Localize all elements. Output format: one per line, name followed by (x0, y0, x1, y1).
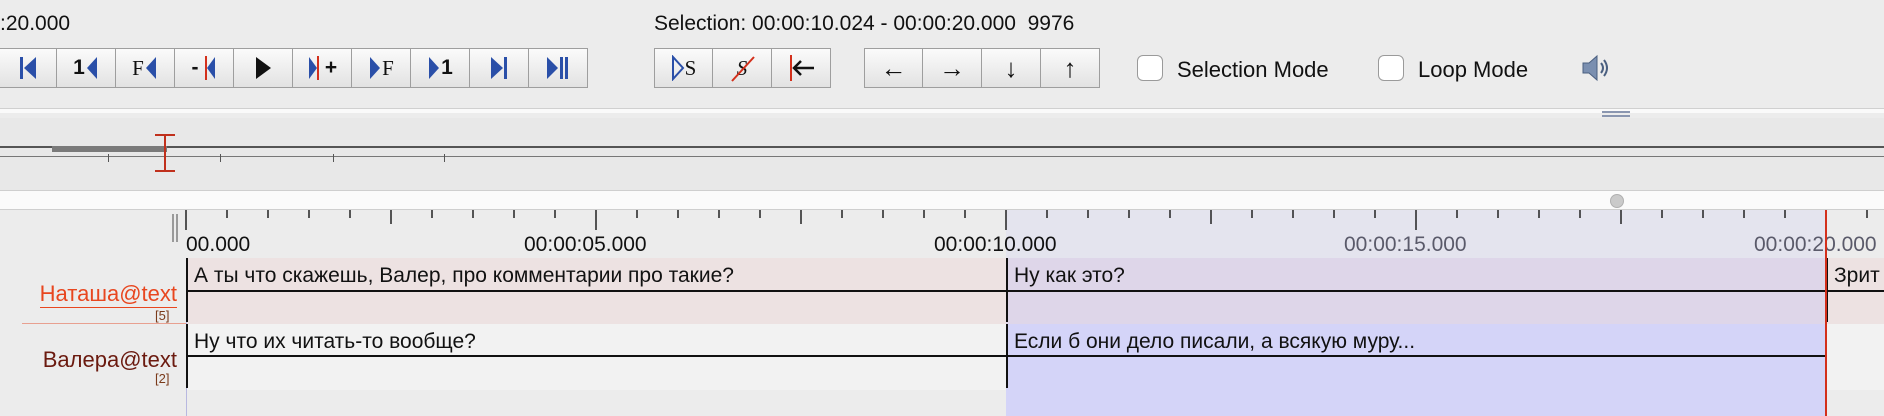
speaker-icon (1580, 54, 1612, 88)
loop-mode-checkbox[interactable] (1378, 55, 1404, 81)
previous-pixel-label: - (191, 56, 199, 79)
next-pixel-label: + (324, 56, 338, 79)
overview-line-top (0, 146, 1884, 148)
overview-tick (444, 154, 445, 162)
go-to-begin-button[interactable] (0, 48, 57, 88)
overview-line-bottom (0, 156, 1884, 157)
annotation-boundary (186, 258, 188, 322)
skip-to-begin-icon (17, 55, 39, 81)
next-pixel-icon (307, 55, 325, 81)
play-icon (254, 56, 272, 80)
next-page-icon (488, 55, 510, 81)
annotation-natasha-3[interactable]: Зрит (1834, 264, 1884, 288)
up-arrow-button[interactable]: ↑ (1041, 48, 1100, 88)
annotation-valera-1[interactable]: Ну что их читать-то вообще? (194, 330, 1002, 354)
arrow-left-icon: ← (880, 52, 907, 83)
previous-f-label: F (132, 55, 144, 80)
next-pixel-button[interactable]: + (293, 48, 352, 88)
next-frame-button[interactable]: 1 (411, 48, 470, 88)
clear-selection-button[interactable]: S (713, 48, 772, 88)
left-arrow-button[interactable]: ← (864, 48, 923, 88)
current-time-label: :20.000 (0, 12, 71, 35)
tier-count-natasha: [5] (155, 308, 170, 323)
previous-f-button[interactable]: F (116, 48, 175, 88)
play-selection-button[interactable]: S (654, 48, 713, 88)
annotation-boundary (1006, 258, 1008, 322)
overview-tick (333, 154, 334, 162)
next-f-button[interactable]: F (352, 48, 411, 88)
ruler-label-5: 00:00:05.000 (524, 233, 647, 256)
overview-progress (52, 146, 167, 152)
play-selection-icon (671, 55, 685, 81)
play-selection-label: S (684, 55, 697, 80)
overview-tick (108, 154, 109, 162)
previous-frame-label: 1 (73, 56, 85, 79)
volume-button[interactable] (1580, 52, 1612, 89)
arrow-right-icon: → (939, 52, 965, 83)
ruler-label-10: 00:00:10.000 (934, 233, 1057, 256)
annotation-underline (186, 290, 1884, 292)
ruler-label-0: 00.000 (186, 233, 251, 256)
ruler-label-20: 00:00:20.000 (1754, 233, 1877, 256)
overview-panel[interactable] (0, 118, 1884, 190)
tier-count-valera: [2] (155, 371, 170, 386)
next-page-button[interactable] (470, 48, 529, 88)
divider-grip[interactable] (1602, 111, 1630, 117)
annotation-natasha-1[interactable]: А ты что скажешь, Валер, про комментарии… (194, 264, 1002, 288)
previous-pixel-icon (199, 55, 217, 81)
tier-label-valera[interactable]: Валера@text (43, 347, 177, 373)
selection-controls: S S (654, 48, 831, 88)
clear-selection-icon (729, 55, 757, 83)
ibeam-cursor-icon (153, 134, 179, 179)
arrow-up-icon: ↑ (1063, 52, 1077, 83)
down-arrow-button[interactable]: ↓ (982, 48, 1041, 88)
next-frame-icon (427, 55, 441, 81)
selection-label: Selection: 00:00:10.024 - 00:00:20.000 9… (654, 12, 1075, 35)
go-to-end-button[interactable] (529, 48, 588, 88)
annotation-valera-2[interactable]: Если б они дело писали, а всякую муру... (1014, 330, 1814, 354)
tier-label-natasha[interactable]: Наташа@text (39, 281, 177, 308)
annotation-boundary (186, 324, 188, 388)
next-f-label: F (382, 55, 394, 80)
overview-tick (220, 154, 221, 162)
tier-label-separator (22, 323, 186, 324)
skip-to-end-icon (545, 55, 571, 81)
selection-mode-checkbox[interactable] (1137, 55, 1163, 81)
previous-frame-button[interactable]: 1 (57, 48, 116, 88)
previous-pixel-button[interactable]: - (175, 48, 234, 88)
annotation-boundary (1006, 324, 1008, 388)
arrow-down-icon: ↓ (1004, 52, 1018, 83)
selection-begin-icon (786, 54, 816, 82)
player-controls: 1 F - + F 1 (0, 48, 588, 88)
arrow-controls: ← → ↓ ↑ (864, 48, 1100, 88)
ruler-ticks (185, 210, 1868, 230)
play-button[interactable] (234, 48, 293, 88)
loop-mode-label: Loop Mode (1418, 57, 1529, 82)
previous-frame-icon (85, 55, 99, 81)
scrollbar-knob[interactable] (1610, 194, 1624, 208)
next-frame-label: 1 (441, 56, 453, 79)
timeline-scrollbar[interactable] (0, 190, 1884, 210)
selection-mode-label: Selection Mode (1177, 57, 1329, 82)
right-arrow-button[interactable]: → (923, 48, 982, 88)
selection-begin-button[interactable] (772, 48, 831, 88)
ruler-label-15: 00:00:15.000 (1344, 233, 1467, 256)
previous-f-icon (144, 55, 158, 81)
crosshair-line (1825, 210, 1827, 416)
annotation-natasha-2[interactable]: Ну как это? (1014, 264, 1814, 288)
next-f-icon (368, 55, 382, 81)
